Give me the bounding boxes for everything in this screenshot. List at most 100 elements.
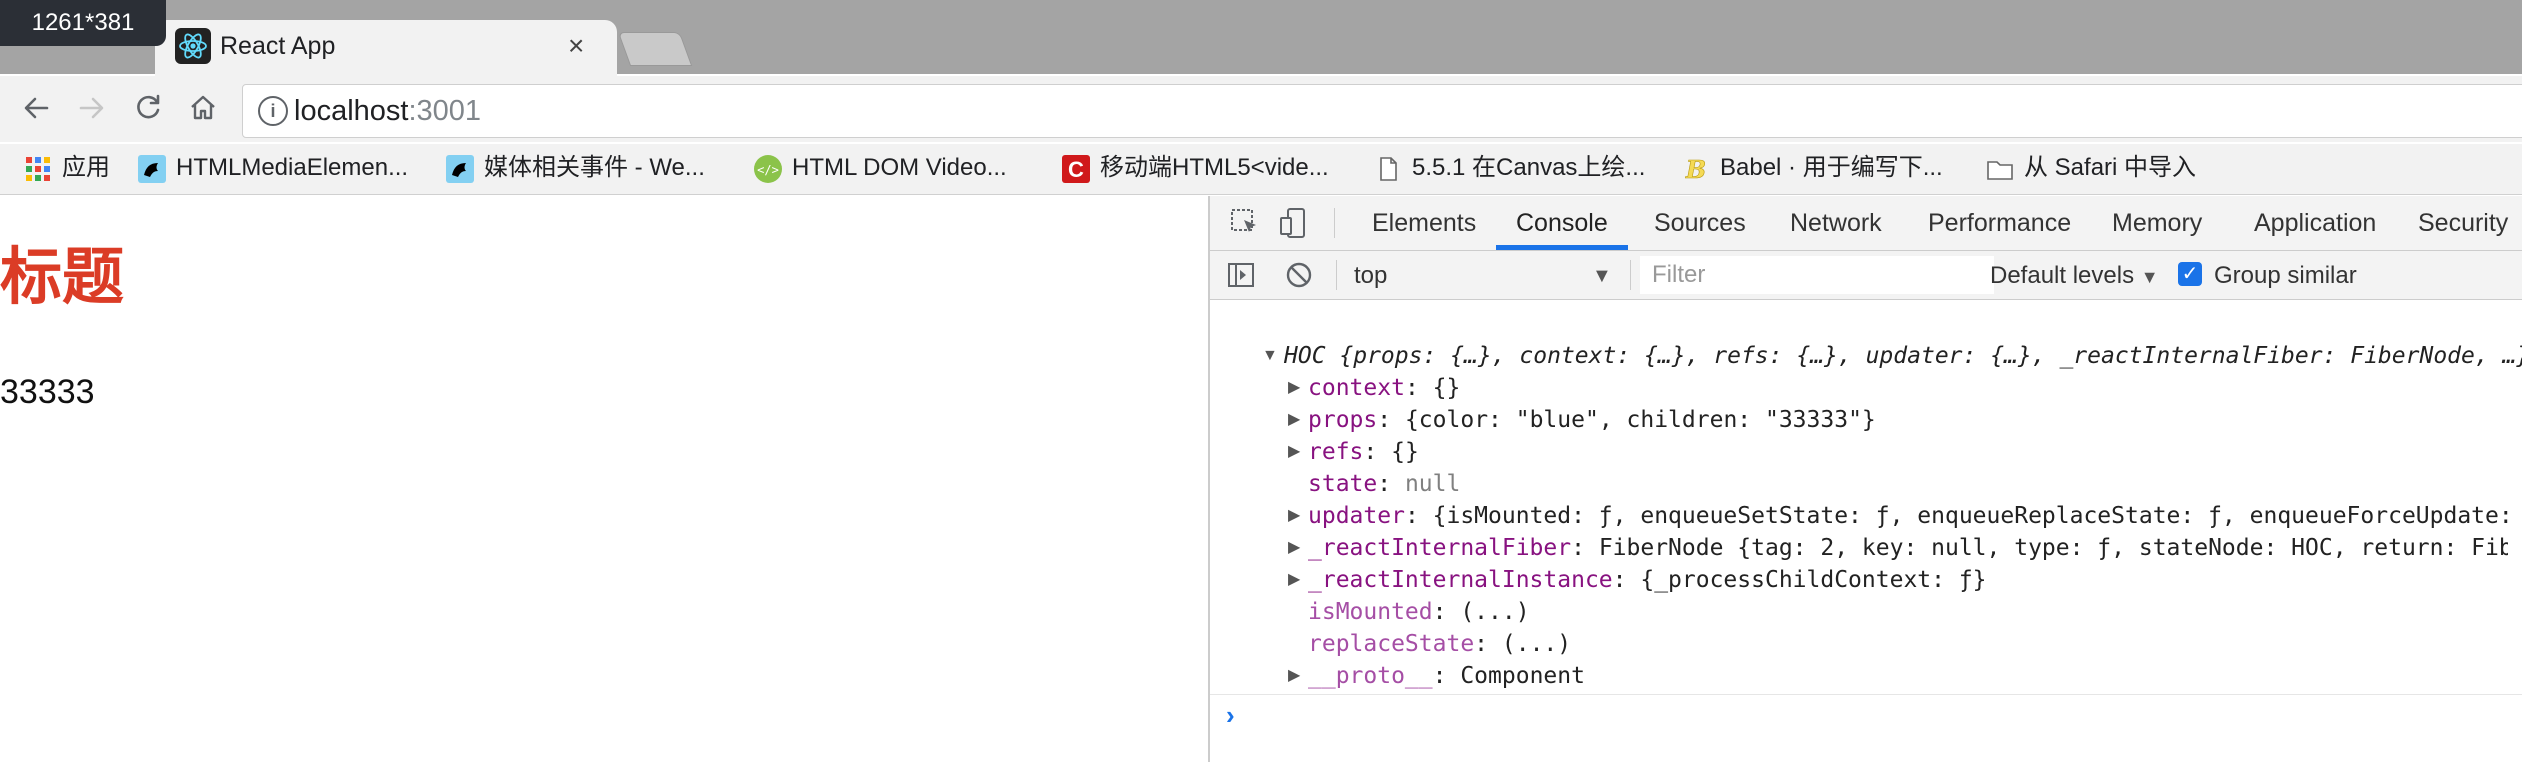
svg-text:</>: </> <box>757 163 779 177</box>
csdn-icon: C <box>1062 154 1090 183</box>
react-icon <box>175 28 211 64</box>
svg-text:C: C <box>1068 157 1084 182</box>
context-select[interactable]: top <box>1354 262 1387 290</box>
property-row[interactable]: updater: {isMounted: ƒ, enqueueSetState:… <box>1308 500 2508 532</box>
tab-elements[interactable]: Elements <box>1372 196 1476 250</box>
property-row: state: null <box>1308 471 1461 497</box>
url-text[interactable]: localhost:3001 <box>294 93 481 129</box>
console-object-header[interactable]: HOC {props: {…}, context: {…}, refs: {…}… <box>1284 340 2522 372</box>
property-value: null <box>1404 471 1461 497</box>
property-key: state <box>1308 471 1378 497</box>
url-host: localhost <box>294 95 409 127</box>
bookmark-babel[interactable]: B Babel · 用于编写下... <box>1682 150 1943 186</box>
property-value: (...) <box>1460 599 1530 625</box>
bookmark-apps[interactable]: 应用 <box>24 150 110 186</box>
property-key: context <box>1308 375 1405 401</box>
mdn-icon <box>138 154 166 183</box>
expand-triangle-icon[interactable]: ▶ <box>1288 436 1300 468</box>
property-value: Component <box>1460 663 1585 689</box>
log-levels-select[interactable]: Default levels ▼ <box>1990 262 2159 291</box>
collapse-triangle-icon[interactable]: ▼ <box>1262 340 1278 372</box>
property-key: _reactInternalFiber <box>1308 535 1572 561</box>
property-key: props <box>1308 407 1378 433</box>
expand-triangle-icon[interactable]: ▶ <box>1288 372 1300 404</box>
tab-security[interactable]: Security <box>2418 196 2508 250</box>
bookmark-canvas[interactable]: 5.5.1 在Canvas上绘... <box>1374 150 1645 186</box>
property-row[interactable]: _reactInternalFiber: FiberNode {tag: 2, … <box>1308 532 2508 564</box>
tab-network[interactable]: Network <box>1790 196 1882 250</box>
bookmark-htmlmediaelement[interactable]: HTMLMediaElemen... <box>138 150 408 186</box>
bookmark-label: HTMLMediaElemen... <box>176 154 409 181</box>
group-similar-checkbox[interactable]: ✓ <box>2178 262 2202 286</box>
reload-icon[interactable] <box>128 88 168 128</box>
close-icon[interactable]: × <box>568 28 584 64</box>
active-tab-indicator <box>1496 245 1628 250</box>
property-row[interactable]: context: {} <box>1308 372 1460 404</box>
chevron-down-icon[interactable]: ▼ <box>1592 262 1612 290</box>
property-key: refs <box>1308 439 1364 465</box>
babel-icon: B <box>1682 154 1710 184</box>
property-value: {} <box>1391 439 1419 465</box>
apps-grid-icon <box>24 155 52 183</box>
expand-triangle-icon[interactable]: ▶ <box>1288 660 1300 692</box>
property-row[interactable]: isMounted: (...) <box>1308 596 1530 628</box>
info-icon[interactable]: i <box>258 96 288 126</box>
back-arrow-icon[interactable] <box>16 88 56 128</box>
object-summary: HOC {props: {…}, context: {…}, refs: {…}… <box>1284 343 2522 369</box>
bookmark-folder-safari[interactable]: 从 Safari 中导入 <box>1986 150 2196 186</box>
separator <box>1336 260 1337 290</box>
home-icon[interactable] <box>183 88 223 128</box>
bookmark-mobile-html5-video[interactable]: C 移动端HTML5<vide... <box>1062 150 1329 186</box>
bookmark-label: 应用 <box>62 154 110 181</box>
page-icon <box>1374 155 1402 183</box>
device-toolbar-icon[interactable] <box>1278 206 1312 240</box>
property-row[interactable]: refs: {} <box>1308 436 1419 468</box>
expand-triangle-icon[interactable]: ▶ <box>1288 532 1300 564</box>
expand-triangle-icon[interactable]: ▶ <box>1288 564 1300 596</box>
bookmark-label: 5.5.1 在Canvas上绘... <box>1412 154 1646 181</box>
property-value: {_processChildContext: ƒ} <box>1640 567 1987 593</box>
bookmark-html-dom-video[interactable]: </> HTML DOM Video... <box>754 150 1007 186</box>
tab-title: React App <box>220 32 336 60</box>
clear-console-icon[interactable] <box>1284 260 1314 290</box>
property-row[interactable]: replaceState: (...) <box>1308 628 1571 660</box>
expand-triangle-icon[interactable]: ▶ <box>1288 404 1300 436</box>
tab-memory[interactable]: Memory <box>2112 196 2202 250</box>
tab-console[interactable]: Console <box>1516 196 1608 250</box>
filter-input[interactable] <box>1640 256 1994 294</box>
property-key: replaceState <box>1308 631 1475 657</box>
property-key: updater <box>1308 503 1405 529</box>
url-port: :3001 <box>408 95 482 127</box>
property-key: isMounted <box>1308 599 1433 625</box>
chevron-down-icon: ▼ <box>2140 267 2159 287</box>
inspect-element-icon[interactable] <box>1228 206 1262 240</box>
bookmark-label: HTML DOM Video... <box>792 154 1007 181</box>
property-value: {color: "blue", children: "33333"} <box>1404 407 1876 433</box>
group-similar-label: Group similar <box>2214 262 2357 289</box>
property-row[interactable]: __proto__: Component <box>1308 660 1585 692</box>
bookmark-media-events[interactable]: 媒体相关事件 - We... <box>446 150 705 186</box>
property-value: {} <box>1432 375 1461 401</box>
tab-sources[interactable]: Sources <box>1654 196 1746 250</box>
size-badge: 1261*381 <box>0 0 166 46</box>
sidebar-toggle-icon[interactable] <box>1226 260 1256 290</box>
separator <box>1334 208 1335 238</box>
forward-arrow-icon[interactable] <box>72 88 112 128</box>
mdn-icon <box>446 154 474 183</box>
code-icon: </> <box>754 154 782 183</box>
page-text: 33333 <box>0 373 95 411</box>
expand-triangle-icon[interactable]: ▶ <box>1288 500 1300 532</box>
property-key: _reactInternalInstance <box>1308 567 1613 593</box>
bookmark-label: Babel · 用于编写下... <box>1720 154 1943 181</box>
property-value: FiberNode {tag: 2, key: null, type: ƒ, s… <box>1598 535 2508 561</box>
tab-application[interactable]: Application <box>2254 196 2376 250</box>
svg-text:B: B <box>1685 155 1706 183</box>
console-prompt[interactable]: › <box>1226 700 1235 731</box>
new-tab-button[interactable] <box>617 32 693 66</box>
folder-icon <box>1986 155 2014 183</box>
property-row[interactable]: _reactInternalInstance: {_processChildCo… <box>1308 564 1987 596</box>
address-bar[interactable] <box>242 84 2522 138</box>
tab-performance[interactable]: Performance <box>1928 196 2071 250</box>
property-row[interactable]: props: {color: "blue", children: "33333"… <box>1308 404 1876 436</box>
property-value: {isMounted: ƒ, enqueueSetState: ƒ, enque… <box>1432 503 2508 529</box>
